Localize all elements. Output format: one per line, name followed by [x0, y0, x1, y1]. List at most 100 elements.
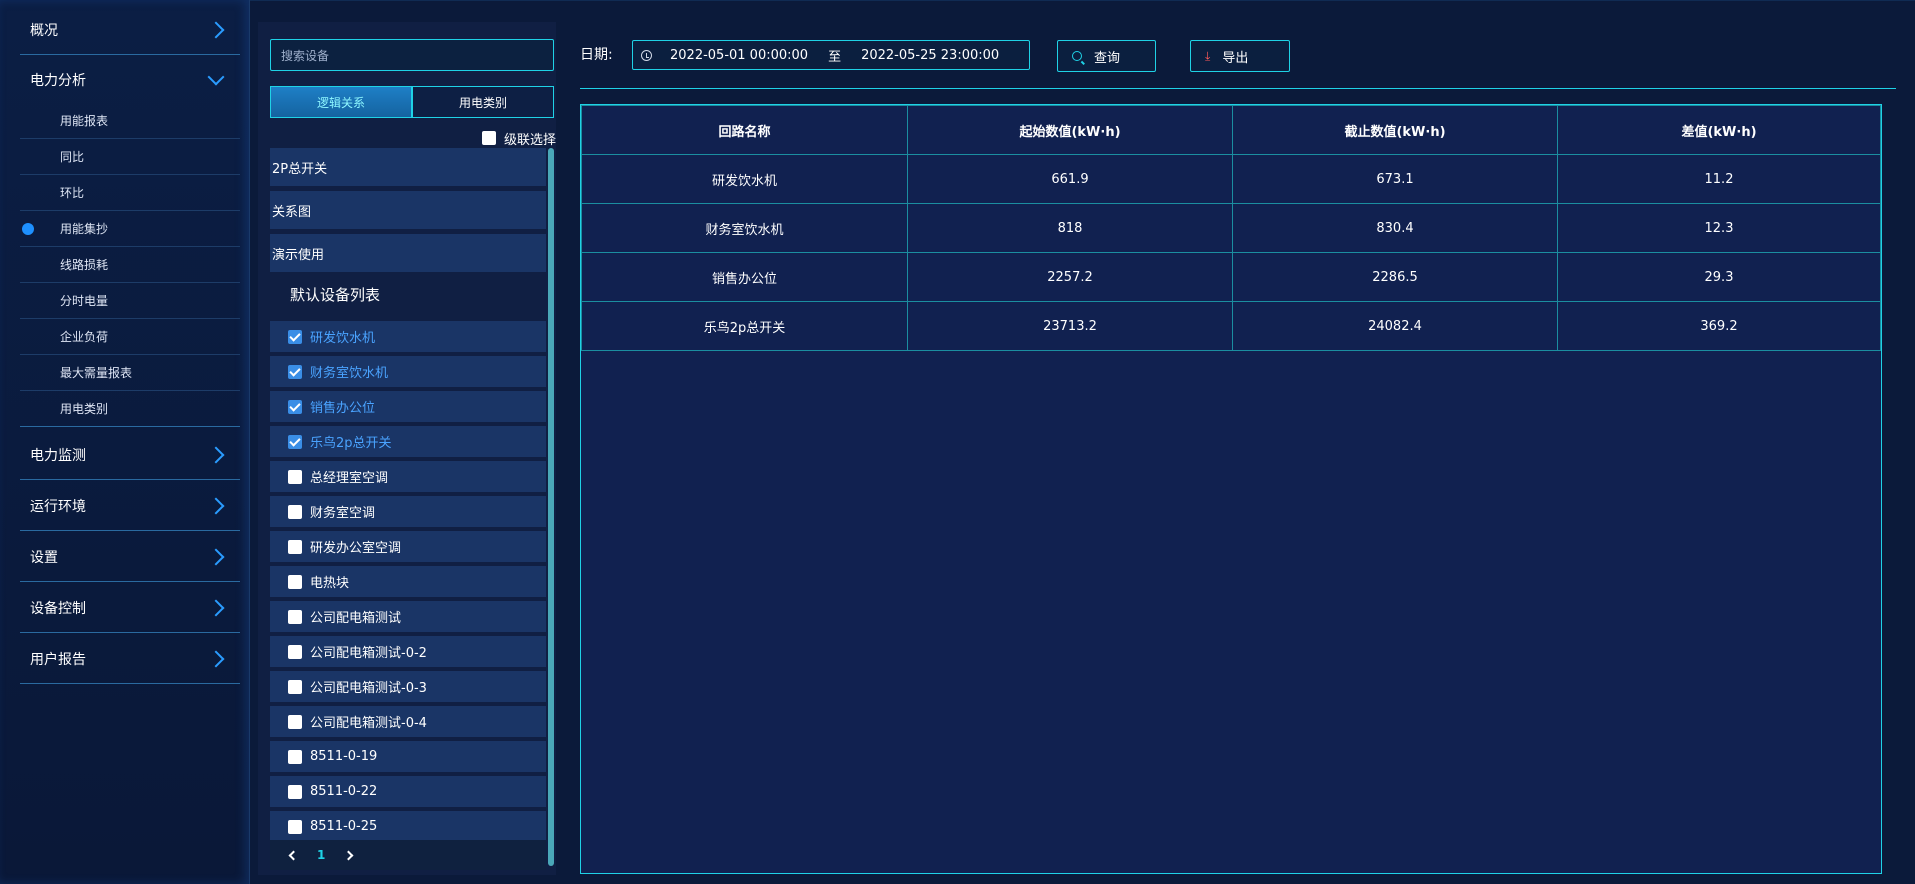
submenu-item[interactable]: 最大需量报表	[20, 355, 240, 391]
checkbox-icon[interactable]	[288, 434, 302, 449]
table-cell: 11.2	[1557, 154, 1881, 204]
column-header: 差值(kW·h)	[1557, 105, 1881, 155]
device-item[interactable]: 公司配电箱测试-0-3	[270, 671, 546, 702]
sidebar-item-overview[interactable]: 概况	[20, 5, 240, 55]
device-label: 乐鸟2p总开关	[310, 436, 392, 451]
background-line	[250, 0, 1915, 1]
column-header: 回路名称	[581, 105, 908, 155]
submenu-item[interactable]: 企业负荷	[20, 319, 240, 355]
checkbox-icon[interactable]	[288, 644, 302, 659]
device-item[interactable]: 公司配电箱测试-0-2	[270, 636, 546, 667]
checkbox-icon[interactable]	[288, 819, 302, 834]
device-item[interactable]: 研发办公室空调	[270, 531, 546, 562]
device-label: 公司配电箱测试	[310, 611, 402, 626]
sidebar-item-device-control[interactable]: 设备控制	[20, 583, 240, 633]
sidebar-item-monitor[interactable]: 电力监测	[20, 430, 240, 480]
checkbox-icon[interactable]	[481, 131, 496, 145]
sidebar-item-user-report[interactable]: 用户报告	[20, 634, 240, 684]
table-cell: 2257.2	[907, 252, 1233, 302]
device-label: 公司配电箱测试-0-2	[310, 646, 427, 661]
device-item[interactable]: 8511-0-22	[270, 776, 546, 807]
submenu-item[interactable]: 环比	[20, 175, 240, 211]
checkbox-icon[interactable]	[288, 539, 302, 554]
device-label: 公司配电箱测试-0-3	[310, 681, 427, 696]
sidebar-item-label: 运行环境	[30, 498, 86, 515]
device-label: 8511-0-25	[310, 819, 378, 834]
checkbox-icon[interactable]	[288, 714, 302, 729]
device-label: 研发饮水机	[310, 331, 376, 346]
table-cell: 24082.4	[1232, 301, 1558, 351]
submenu-item[interactable]: 用能报表	[20, 103, 240, 139]
table-header-row: 回路名称 起始数值(kW·h) 截止数值(kW·h) 差值(kW·h)	[581, 105, 1881, 155]
export-button[interactable]: ⤓ 导出	[1190, 40, 1290, 72]
prev-page-icon[interactable]	[288, 850, 299, 860]
table-cell: 23713.2	[907, 301, 1233, 351]
submenu-item[interactable]: 用电类别	[20, 391, 240, 427]
sidebar-item-label: 用户报告	[30, 651, 86, 668]
checkbox-icon[interactable]	[288, 749, 302, 764]
tab-logic[interactable]: 逻辑关系	[270, 86, 412, 118]
submenu-item[interactable]: 线路损耗	[20, 247, 240, 283]
device-item[interactable]: 公司配电箱测试	[270, 601, 546, 632]
device-item[interactable]: 销售办公位	[270, 391, 546, 422]
end-date: 2022-05-25 23:00:00	[861, 47, 1000, 63]
scrollbar[interactable]	[548, 148, 554, 866]
cascade-select-checkbox[interactable]: 级联选择	[481, 128, 556, 148]
table-row: 研发饮水机 661.9 673.1 11.2	[581, 154, 1881, 204]
query-button[interactable]: 查询	[1057, 40, 1156, 72]
sidebar: 概况 电力分析 用能报表 同比 环比 用能集抄 线路损耗 分时电量 企业负荷 最…	[0, 0, 250, 884]
device-search-input[interactable]: 搜索设备	[270, 39, 554, 71]
device-label: 8511-0-22	[310, 784, 378, 799]
chevron-right-icon	[207, 599, 225, 616]
device-item[interactable]: 乐鸟2p总开关	[270, 426, 546, 457]
submenu-item-active[interactable]: 用能集抄	[20, 211, 240, 247]
checkbox-icon[interactable]	[288, 679, 302, 694]
submenu-item[interactable]: 分时电量	[20, 283, 240, 319]
data-table: 回路名称 起始数值(kW·h) 截止数值(kW·h) 差值(kW·h) 研发饮水…	[580, 104, 1882, 874]
table-cell: 研发饮水机	[581, 154, 908, 204]
checkbox-icon[interactable]	[288, 399, 302, 414]
submenu-item[interactable]: 同比	[20, 139, 240, 175]
table-cell: 673.1	[1232, 154, 1558, 204]
device-item[interactable]: 电热块	[270, 566, 546, 597]
sidebar-item-label: 电力监测	[30, 447, 86, 464]
device-label: 公司配电箱测试-0-4	[310, 716, 427, 731]
date-range-picker[interactable]: 2022-05-01 00:00:00 至 2022-05-25 23:00:0…	[632, 40, 1030, 70]
device-item[interactable]: 财务室空调	[270, 496, 546, 527]
relation-item[interactable]: 关系图	[270, 191, 546, 229]
checkbox-icon[interactable]	[288, 469, 302, 484]
tab-category[interactable]: 用电类别	[412, 86, 554, 118]
table-cell: 661.9	[907, 154, 1233, 204]
checkbox-icon[interactable]	[288, 609, 302, 624]
checkbox-icon[interactable]	[288, 574, 302, 589]
chevron-right-icon	[207, 650, 225, 667]
device-item[interactable]: 8511-0-19	[270, 741, 546, 772]
device-item[interactable]: 研发饮水机	[270, 321, 546, 352]
device-label: 总经理室空调	[310, 471, 389, 486]
sidebar-item-settings[interactable]: 设置	[20, 532, 240, 582]
checkbox-icon[interactable]	[288, 504, 302, 519]
device-item[interactable]: 8511-0-25	[270, 811, 546, 842]
next-page-icon[interactable]	[343, 850, 354, 860]
checkbox-icon[interactable]	[288, 329, 302, 344]
device-panel: 搜索设备 逻辑关系 用电类别 级联选择 2P总开关 关系图 演示使用 默认设备列…	[258, 22, 556, 875]
device-item[interactable]: 公司配电箱测试-0-4	[270, 706, 546, 737]
table-cell: 29.3	[1557, 252, 1881, 302]
chevron-right-icon	[207, 548, 225, 565]
table-cell: 销售办公位	[581, 252, 908, 302]
relation-item[interactable]: 演示使用	[270, 234, 546, 272]
sidebar-item-power-analysis[interactable]: 电力分析	[20, 55, 240, 105]
search-icon	[1072, 51, 1082, 61]
page-number[interactable]: 1	[317, 848, 325, 862]
device-item[interactable]: 财务室饮水机	[270, 356, 546, 387]
relation-item[interactable]: 2P总开关	[270, 148, 546, 186]
device-item[interactable]: 总经理室空调	[270, 461, 546, 492]
sidebar-item-label: 电力分析	[30, 73, 86, 89]
sidebar-item-label: 设置	[30, 549, 58, 566]
checkbox-icon[interactable]	[288, 364, 302, 379]
clock-icon	[641, 49, 652, 61]
date-label: 日期:	[580, 47, 613, 63]
pagination: 1	[270, 840, 546, 870]
checkbox-icon[interactable]	[288, 784, 302, 799]
sidebar-item-environment[interactable]: 运行环境	[20, 481, 240, 531]
